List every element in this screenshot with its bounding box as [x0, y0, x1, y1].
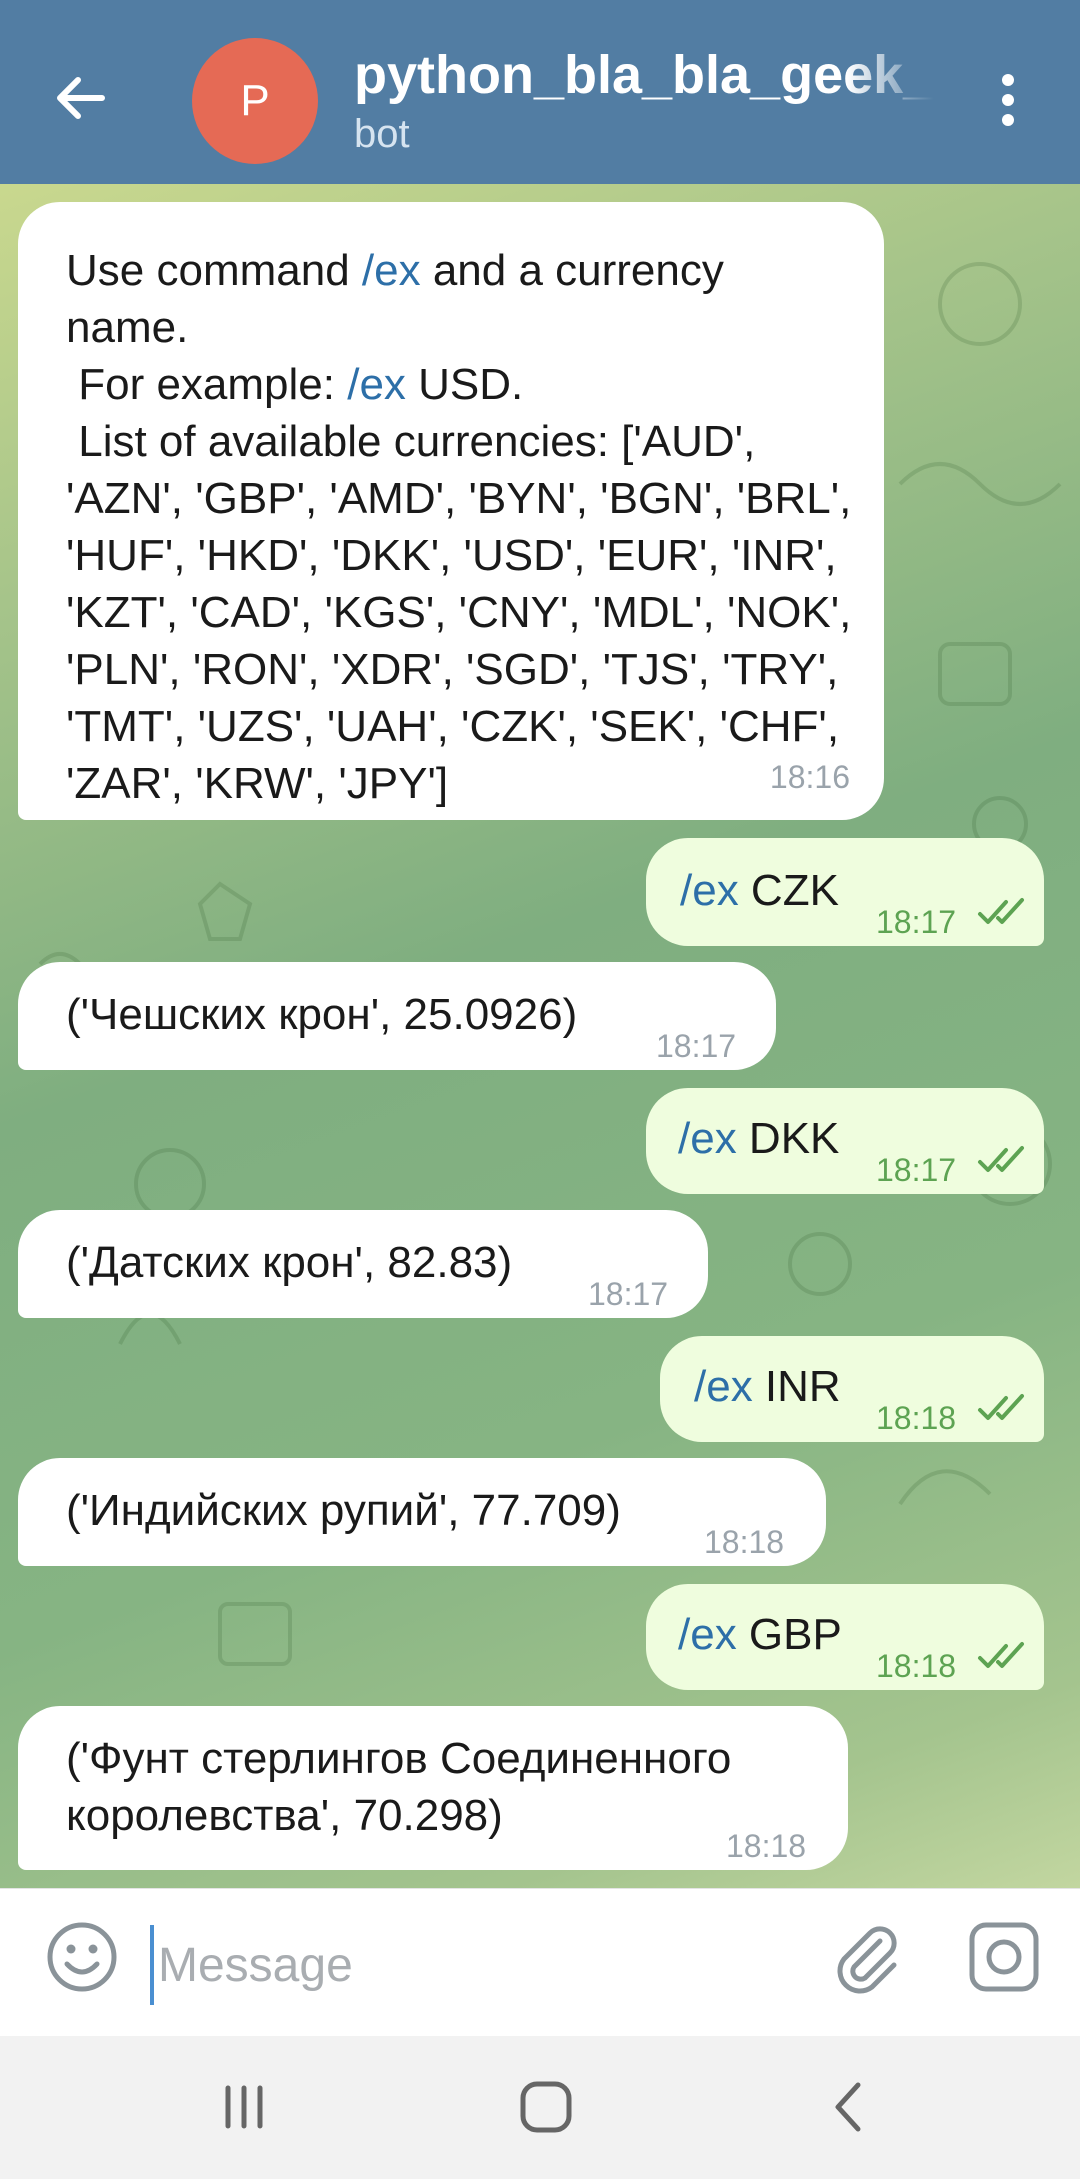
chat-subtitle: bot [354, 112, 410, 156]
chevron-left-icon [835, 2082, 861, 2132]
message-time: 18:17 [876, 1152, 957, 1188]
message-text-segment: Use command [66, 246, 362, 295]
message-line: ('Фунт стерлингов Соединенного [66, 1730, 848, 1787]
menu-button[interactable] [980, 64, 1036, 136]
message-line: 'KZT', 'CAD', 'KGS', 'CNY', 'MDL', 'NOK'… [66, 584, 854, 641]
command-link[interactable]: /ex [347, 360, 406, 409]
avatar[interactable]: P [192, 38, 318, 164]
message-time: 18:17 [876, 904, 957, 940]
double-check-icon [978, 1394, 1024, 1420]
message-bubble-outgoing[interactable]: /ex CZK 18:17 [646, 838, 1044, 946]
message-bubble-incoming[interactable]: ('Фунт стерлингов Соединенного королевств… [18, 1706, 848, 1870]
message-text-segment: name. [66, 303, 189, 352]
message-text-segment: 'AZN', 'GBP', 'AMD', 'BYN', 'BGN', 'BRL'… [66, 474, 852, 523]
emoji-button[interactable] [44, 1919, 120, 1995]
home-icon [520, 2081, 572, 2133]
message-line: Use command /ex and a currency [66, 242, 854, 299]
message-text-segment: 'HUF', 'HKD', 'DKK', 'USD', 'EUR', 'INR'… [66, 531, 837, 580]
message-time: 18:16 [769, 759, 850, 795]
message-line: name. [66, 299, 854, 356]
message-time: 18:18 [704, 1524, 785, 1560]
message-bubble-outgoing[interactable]: /ex GBP 18:18 [646, 1584, 1044, 1690]
message-time: 18:17 [588, 1276, 669, 1312]
message-arg: GBP [736, 1610, 842, 1659]
message-text-segment: ('Датских крон', 82.83) [66, 1238, 513, 1287]
message-input[interactable] [150, 1925, 790, 2005]
system-nav-bar [0, 2036, 1080, 2179]
camera-icon [969, 1922, 1039, 1992]
message-text-segment: 'KZT', 'CAD', 'KGS', 'CNY', 'MDL', 'NOK'… [66, 588, 852, 637]
message-text-segment: List of available currencies: ['AUD', [66, 417, 756, 466]
message-text-segment: USD. [405, 360, 524, 409]
paperclip-icon [837, 1926, 897, 1994]
double-check-icon [978, 1642, 1024, 1668]
recents-icon [225, 2085, 263, 2129]
back-button[interactable] [40, 58, 120, 138]
message-arg: DKK [736, 1114, 840, 1163]
message-input-bar [0, 1888, 1080, 2036]
chat-title[interactable]: python_bla_bla_geek_bot [354, 44, 934, 106]
message-text-segment: ('Индийских рупий', 77.709) [66, 1486, 621, 1535]
command-link[interactable]: /ex [694, 1362, 753, 1411]
message-text-segment: 'TMT', 'UZS', 'UAH', 'CZK', 'SEK', 'CHF'… [66, 702, 840, 751]
command-link[interactable]: /ex [362, 246, 421, 295]
nav-recents-button[interactable] [204, 2072, 284, 2142]
command-link[interactable]: /ex [678, 1114, 737, 1163]
message-bubble-incoming[interactable]: ('Датских крон', 82.83) 18:17 [18, 1210, 708, 1318]
command-link[interactable]: /ex [678, 1610, 737, 1659]
message-line: 'AZN', 'GBP', 'AMD', 'BYN', 'BGN', 'BRL'… [66, 470, 854, 527]
message-text-segment: For example: [66, 360, 348, 409]
message-bubble-incoming[interactable]: Use command /ex and a currency name. For … [18, 202, 884, 820]
arrow-left-icon [57, 77, 105, 119]
message-bubble-incoming[interactable]: ('Чешских крон', 25.0926) 18:17 [18, 962, 776, 1070]
message-time: 18:18 [876, 1648, 957, 1684]
attach-button[interactable] [828, 1919, 904, 1995]
chat-area[interactable]: Use command /ex and a currency name. For … [0, 184, 1080, 1888]
message-arg: CZK [738, 866, 839, 915]
message-time: 18:17 [656, 1028, 737, 1064]
smiley-icon [47, 1922, 117, 1992]
double-check-icon [978, 1146, 1024, 1172]
message-arg: INR [752, 1362, 841, 1411]
camera-button[interactable] [966, 1919, 1042, 1995]
message-line: 'HUF', 'HKD', 'DKK', 'USD', 'EUR', 'INR'… [66, 527, 854, 584]
message-text-segment: and a currency [420, 246, 724, 295]
message-bubble-incoming[interactable]: ('Индийских рупий', 77.709) 18:18 [18, 1458, 826, 1566]
nav-home-button[interactable] [506, 2072, 586, 2142]
message-text-segment: ('Фунт стерлингов Соединенного [66, 1734, 732, 1783]
nav-back-button[interactable] [808, 2072, 888, 2142]
message-line: 'ZAR', 'KRW', 'JPY'] [66, 755, 854, 812]
message-line: 'PLN', 'RON', 'XDR', 'SGD', 'TJS', 'TRY'… [66, 641, 854, 698]
message-text: Use command /ex and a currency name. For … [66, 242, 854, 812]
avatar-letter: P [240, 76, 270, 125]
message-text-segment: королевства', 70.298) [66, 1791, 503, 1840]
double-check-icon [978, 898, 1024, 924]
more-vertical-icon [1002, 74, 1014, 126]
message-line: 'TMT', 'UZS', 'UAH', 'CZK', 'SEK', 'CHF'… [66, 698, 854, 755]
message-time: 18:18 [726, 1828, 807, 1864]
chat-header: P python_bla_bla_geek_bot bot [0, 0, 1080, 184]
command-link[interactable]: /ex [680, 866, 739, 915]
message-bubble-outgoing[interactable]: /ex INR 18:18 [660, 1336, 1044, 1442]
message-text-segment: 'PLN', 'RON', 'XDR', 'SGD', 'TJS', 'TRY'… [66, 645, 839, 694]
message-bubble-outgoing[interactable]: /ex DKK 18:17 [646, 1088, 1044, 1194]
message-text-segment: ('Чешских крон', 25.0926) [66, 990, 578, 1039]
message-line: For example: /ex USD. [66, 356, 854, 413]
message-line: List of available currencies: ['AUD', [66, 413, 854, 470]
message-time: 18:18 [876, 1400, 957, 1436]
message-text-segment: 'ZAR', 'KRW', 'JPY'] [66, 759, 449, 808]
